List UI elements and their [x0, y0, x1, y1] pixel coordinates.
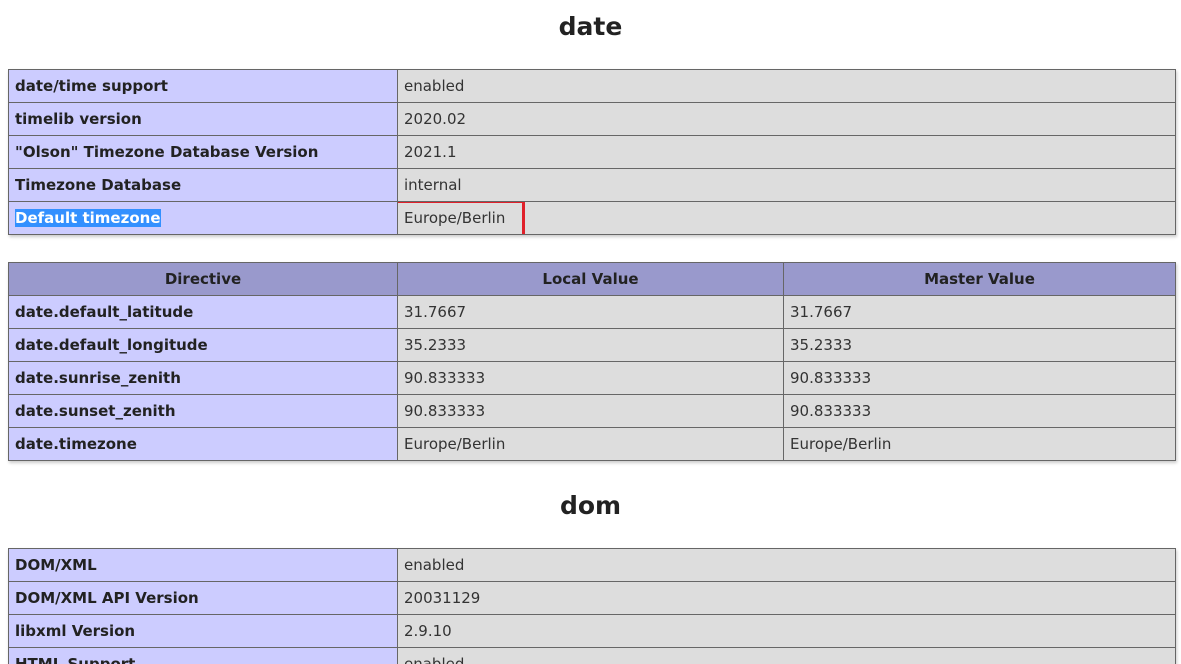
row-label: timelib version	[8, 102, 398, 136]
table-row: date.sunset_zenith 90.833333 90.833333	[8, 394, 1176, 428]
table-row: Timezone Database internal	[8, 168, 1176, 202]
column-header-local-value: Local Value	[397, 262, 784, 296]
row-label: Timezone Database	[8, 168, 398, 202]
table-header-row: Directive Local Value Master Value	[8, 262, 1176, 296]
table-row: date.default_latitude 31.7667 31.7667	[8, 295, 1176, 329]
default-timezone-value-cell: Europe/Berlin	[397, 201, 1176, 235]
selected-text-default-timezone[interactable]: Default timezone	[15, 209, 161, 227]
row-value: 20031129	[397, 581, 1176, 615]
directive-master-value: 90.833333	[783, 394, 1176, 428]
table-row: date.default_longitude 35.2333 35.2333	[8, 328, 1176, 362]
row-value: enabled	[397, 69, 1176, 103]
column-header-master-value: Master Value	[783, 262, 1176, 296]
table-row: HTML Support enabled	[8, 647, 1176, 664]
directive-local-value: 90.833333	[397, 394, 784, 428]
directive-name: date.sunset_zenith	[8, 394, 398, 428]
row-label: date/time support	[8, 69, 398, 103]
row-label: libxml Version	[8, 614, 398, 648]
directive-local-value: 90.833333	[397, 361, 784, 395]
row-value: 2021.1	[397, 135, 1176, 169]
dom-info-table: DOM/XML enabled DOM/XML API Version 2003…	[8, 548, 1176, 664]
directive-local-value: 35.2333	[397, 328, 784, 362]
row-label: "Olson" Timezone Database Version	[8, 135, 398, 169]
highlighted-default-timezone-value: Europe/Berlin	[398, 202, 526, 234]
row-value: enabled	[397, 548, 1176, 582]
table-row: date.timezone Europe/Berlin Europe/Berli…	[8, 427, 1176, 461]
table-row: libxml Version 2.9.10	[8, 614, 1176, 648]
directive-local-value: 31.7667	[397, 295, 784, 329]
directive-master-value: 35.2333	[783, 328, 1176, 362]
table-row: date.sunrise_zenith 90.833333 90.833333	[8, 361, 1176, 395]
directive-master-value: 31.7667	[783, 295, 1176, 329]
table-row-default-timezone: Default timezone Europe/Berlin	[8, 201, 1176, 235]
table-row: DOM/XML enabled	[8, 548, 1176, 582]
row-value: 2020.02	[397, 102, 1176, 136]
directive-local-value: Europe/Berlin	[397, 427, 784, 461]
table-row: DOM/XML API Version 20031129	[8, 581, 1176, 615]
directive-master-value: 90.833333	[783, 361, 1176, 395]
section-title-dom: dom	[559, 491, 622, 520]
directive-name: date.sunrise_zenith	[8, 361, 398, 395]
table-row: date/time support enabled	[8, 69, 1176, 103]
section-title-date: date	[558, 12, 623, 41]
directive-name: date.default_latitude	[8, 295, 398, 329]
date-info-table: date/time support enabled timelib versio…	[8, 69, 1176, 235]
default-timezone-label-cell: Default timezone	[8, 201, 398, 235]
row-label: HTML Support	[8, 647, 398, 664]
column-header-directive: Directive	[8, 262, 398, 296]
row-label: DOM/XML API Version	[8, 581, 398, 615]
row-value: 2.9.10	[397, 614, 1176, 648]
date-directives-table: Directive Local Value Master Value date.…	[8, 262, 1176, 461]
table-row: "Olson" Timezone Database Version 2021.1	[8, 135, 1176, 169]
row-value: internal	[397, 168, 1176, 202]
table-row: timelib version 2020.02	[8, 102, 1176, 136]
row-value: enabled	[397, 647, 1176, 664]
directive-name: date.timezone	[8, 427, 398, 461]
directive-name: date.default_longitude	[8, 328, 398, 362]
directive-master-value: Europe/Berlin	[783, 427, 1176, 461]
row-label: DOM/XML	[8, 548, 398, 582]
